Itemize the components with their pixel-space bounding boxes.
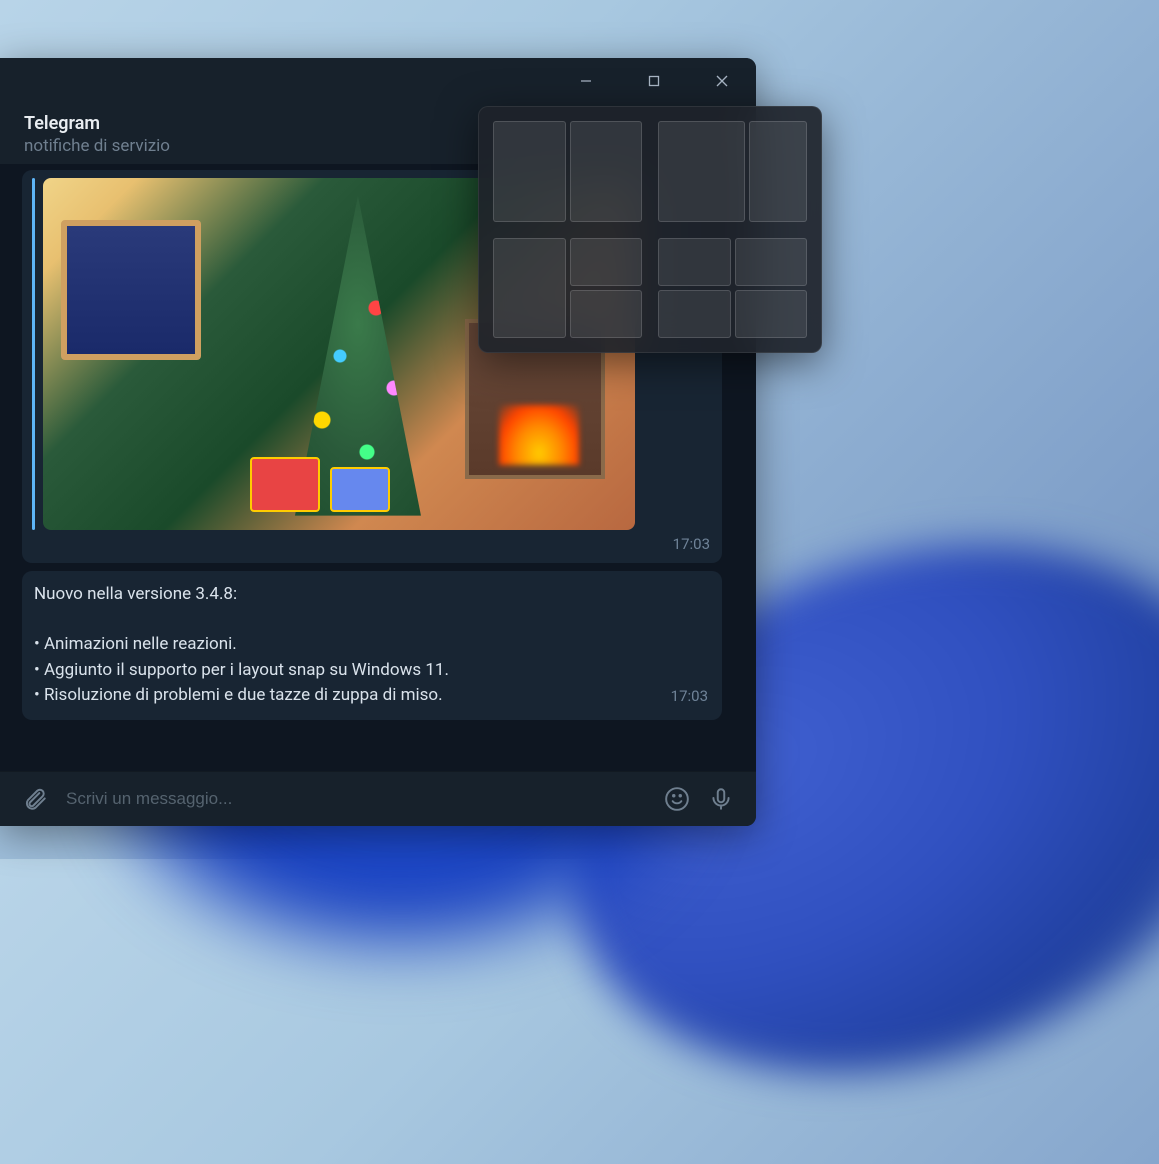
message-timestamp: 17:03 [32, 534, 710, 555]
snap-layout-split-two-thirds [658, 121, 807, 222]
message-timestamp: 17:03 [671, 686, 708, 707]
message-bubble[interactable]: Nuovo nella versione 3.4.8: • Animazioni… [22, 571, 722, 720]
maximize-button[interactable] [620, 58, 688, 103]
snap-zone[interactable] [493, 238, 566, 339]
snap-layouts-flyout [478, 106, 822, 353]
close-button[interactable] [688, 58, 756, 103]
changelog-item: • Animazioni nelle reazioni. [34, 633, 708, 657]
message-input[interactable] [66, 789, 646, 809]
changelog-title: Nuovo nella versione 3.4.8: [34, 583, 708, 607]
snap-layout-split-half [493, 121, 642, 222]
attach-icon[interactable] [22, 786, 48, 812]
snap-layout-three-left-stack [493, 238, 642, 339]
snap-zone[interactable] [658, 121, 745, 222]
compose-bar [0, 771, 756, 826]
snap-zone[interactable] [493, 121, 566, 222]
changelog-item: • Risoluzione di problemi e due tazze di… [34, 684, 708, 708]
snap-zone[interactable] [570, 121, 643, 222]
snap-zone[interactable] [658, 290, 731, 338]
minimize-button[interactable] [552, 58, 620, 103]
window-titlebar [0, 58, 756, 103]
snap-zone[interactable] [570, 238, 643, 286]
snap-zone[interactable] [570, 290, 643, 338]
reply-indicator-bar [32, 178, 35, 530]
snap-zone[interactable] [735, 238, 808, 286]
emoji-icon[interactable] [664, 786, 690, 812]
snap-zone[interactable] [658, 238, 731, 286]
illustration-window [61, 220, 201, 360]
microphone-icon[interactable] [708, 786, 734, 812]
changelog-item: • Aggiunto il supporto per i layout snap… [34, 659, 708, 683]
snap-layout-quadrant [658, 238, 807, 339]
snap-zone[interactable] [735, 290, 808, 338]
snap-zone[interactable] [749, 121, 807, 222]
illustration-presents [250, 442, 430, 512]
